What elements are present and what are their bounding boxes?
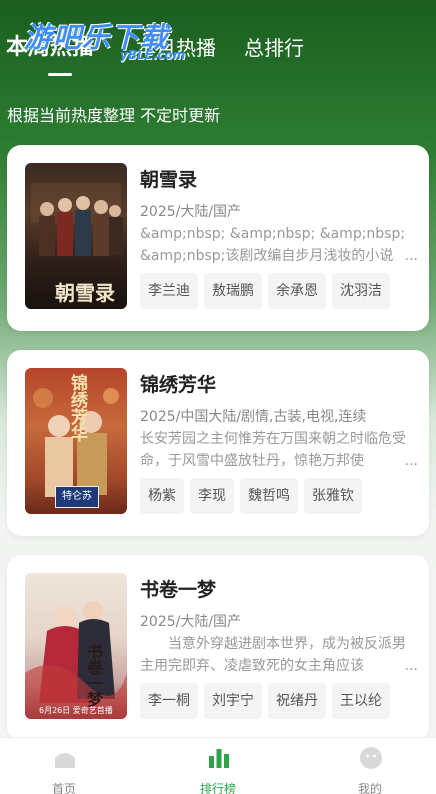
cast-tag[interactable]: 祝绪丹 xyxy=(268,683,326,719)
cast-tags: 李一桐 刘宇宁 祝绪丹 王以纶 xyxy=(140,683,390,719)
poster-figures xyxy=(25,601,127,719)
nav-ranking-label: 排行榜 xyxy=(199,782,236,794)
drama-title[interactable]: 朝雪录 xyxy=(140,165,197,192)
cast-tag[interactable]: 沈羽洁 xyxy=(332,273,390,309)
cast-tag[interactable]: 李一桐 xyxy=(140,683,198,719)
nav-profile[interactable]: 我的 xyxy=(330,738,410,794)
cast-tag[interactable]: 王以纶 xyxy=(332,683,390,719)
drama-card[interactable]: 锦绣芳华 特仑苏 锦绣芳华 2025/中国大陆/剧情,古装,电视,连续 长安芳园… xyxy=(7,350,429,536)
cast-tag[interactable]: 李现 xyxy=(190,478,234,514)
cast-tag[interactable]: 敖瑞鹏 xyxy=(204,273,262,309)
drama-title[interactable]: 书卷一梦 xyxy=(140,575,216,602)
drama-poster: 朝雪录 xyxy=(25,163,127,309)
poster-title: 书卷一梦 xyxy=(84,643,103,707)
bottom-nav-bar: 首页 排行榜 我的 xyxy=(0,737,436,794)
drama-description: 长安芳园之主何惟芳在万国来朝之时临危受命，于风雪中盛放牡丹，惊艳万邦使 ... xyxy=(140,428,418,472)
poster-title: 锦绣芳华 xyxy=(67,374,87,442)
drama-title[interactable]: 锦绣芳华 xyxy=(140,370,216,397)
ranking-icon xyxy=(209,749,229,768)
drama-description-text: 当意外穿越进剧本世界，成为被反派男主用完即弃、凌虐致死的女主角应该 xyxy=(140,636,406,674)
drama-poster: 书卷一梦 6月26日 爱奇艺首播 xyxy=(25,573,127,719)
drama-meta: 2025/大陆/国产 xyxy=(140,614,242,630)
cast-tag[interactable]: 张雅钦 xyxy=(304,478,362,514)
cast-tag[interactable]: 魏哲鸣 xyxy=(240,478,298,514)
drama-meta: 2025/中国大陆/剧情,古装,电视,连续 xyxy=(140,409,367,425)
poster-title: 朝雪录 xyxy=(55,281,115,305)
watermark-sub: yBLE.com xyxy=(120,48,186,62)
cast-tag[interactable]: 李兰迪 xyxy=(140,273,198,309)
drama-poster: 锦绣芳华 特仑苏 xyxy=(25,368,127,514)
ellipsis: ... xyxy=(370,655,418,677)
drama-meta: 2025/大陆/国产 xyxy=(140,204,242,220)
drama-description: &amp;nbsp; &amp;nbsp; &amp;nbsp; &amp;nb… xyxy=(140,223,418,267)
nav-ranking[interactable]: 排行榜 xyxy=(178,738,258,794)
tab-overall[interactable]: 总排行 xyxy=(244,30,304,66)
drama-description-text: 长安芳园之主何惟芳在万国来朝之时临危受命，于风雪中盛放牡丹，惊艳万邦使 xyxy=(140,431,406,469)
drama-card[interactable]: 书卷一梦 6月26日 爱奇艺首播 书卷一梦 2025/大陆/国产 当意外穿越进剧… xyxy=(7,555,429,741)
cast-tag[interactable]: 余承恩 xyxy=(268,273,326,309)
nav-profile-label: 我的 xyxy=(357,782,382,794)
poster-caption: 6月26日 爱奇艺首播 xyxy=(39,706,113,715)
active-tab-indicator xyxy=(48,73,72,76)
drama-description: 当意外穿越进剧本世界，成为被反派男主用完即弃、凌虐致死的女主角应该 ... xyxy=(140,633,418,677)
poster-sponsor-badge: 特仑苏 xyxy=(55,486,99,508)
nav-home-label: 首页 xyxy=(51,782,76,794)
home-icon xyxy=(55,753,75,768)
cast-tag[interactable]: 杨紫 xyxy=(140,478,184,514)
nav-home[interactable]: 首页 xyxy=(24,738,104,794)
cast-tags: 杨紫 李现 魏哲鸣 张雅钦 xyxy=(140,478,362,514)
cast-tag[interactable]: 刘宇宁 xyxy=(204,683,262,719)
drama-description-text: &amp;nbsp; &amp;nbsp; &amp;nbsp; &amp;nb… xyxy=(140,226,406,264)
profile-icon xyxy=(360,747,382,769)
ellipsis: ... xyxy=(398,450,418,472)
drama-card[interactable]: 朝雪录 朝雪录 2025/大陆/国产 &amp;nbsp; &amp;nbsp;… xyxy=(7,145,429,331)
ellipsis: ... xyxy=(398,245,418,267)
page-subtitle: 根据当前热度整理 不定时更新 xyxy=(7,106,221,125)
cast-tags: 李兰迪 敖瑞鹏 余承恩 沈羽洁 xyxy=(140,273,390,309)
